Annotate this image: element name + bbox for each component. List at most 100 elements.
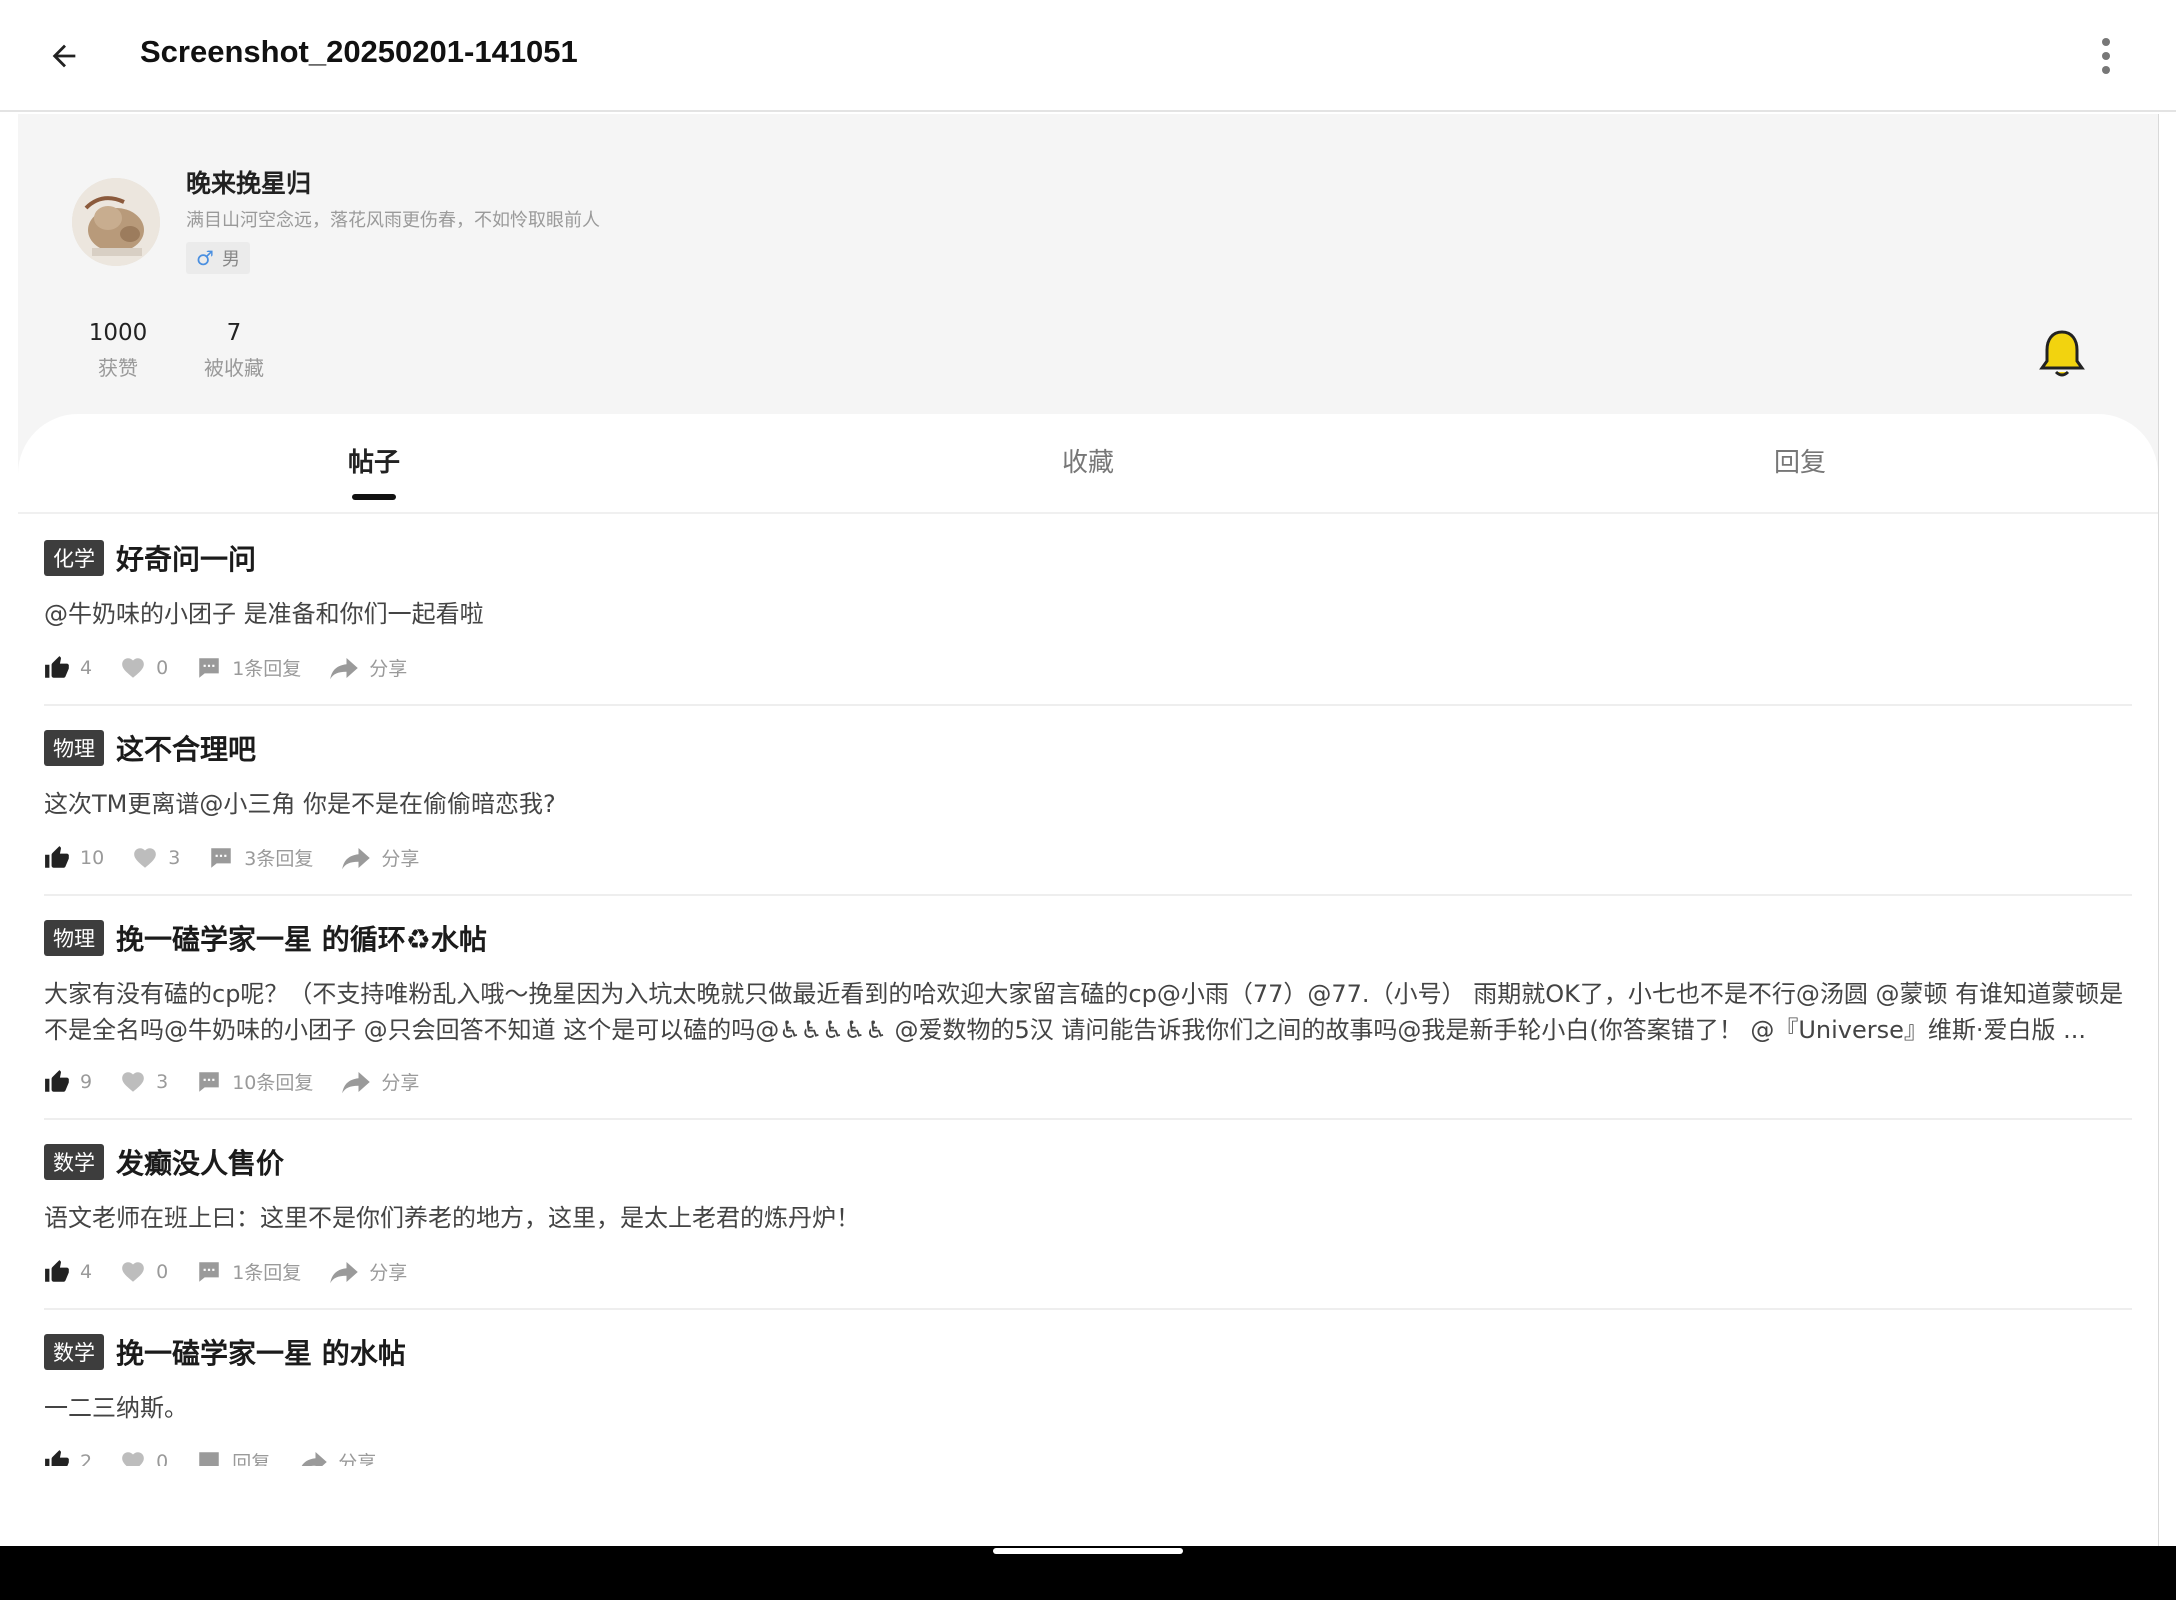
favorite-button[interactable]: 0 <box>120 655 168 681</box>
share-button[interactable]: 分享 <box>341 1068 419 1095</box>
user-bio: 满目山河空念远，落花风雨更伤春，不如怜取眼前人 <box>186 210 600 231</box>
system-navigation-bar <box>0 1546 2176 1600</box>
thumbs-up-icon <box>45 1069 69 1092</box>
favorite-count: 0 <box>156 656 169 679</box>
post-title[interactable]: 好奇问一问 <box>116 538 256 578</box>
share-label: 分享 <box>369 1262 408 1284</box>
post-actions: 4 0 1条回复 分享 <box>44 654 435 681</box>
like-count: 2 <box>80 1450 93 1467</box>
post-actions: 10 3 3条回复 分享 <box>44 844 447 871</box>
share-button[interactable]: 分享 <box>298 1448 376 1466</box>
comment-icon <box>199 657 219 678</box>
favorite-button[interactable]: 0 <box>120 1449 168 1466</box>
post-title[interactable]: 挽一磕学家一星 的水帖 <box>116 1332 406 1372</box>
more-vert-icon <box>2102 38 2110 74</box>
post-title[interactable]: 这不合理吧 <box>116 728 256 768</box>
arrow-left-icon <box>52 44 76 68</box>
post-item[interactable]: 物理 这不合理吧 这次TM更离谱@小三角 你是不是在偷偷暗恋我? 10 3 3条… <box>18 706 2158 896</box>
stat-label: 被收藏 <box>204 356 264 380</box>
thumbs-up-icon <box>45 1259 69 1282</box>
username: 晚来挽星归 <box>186 169 312 198</box>
share-button[interactable]: 分享 <box>341 844 419 871</box>
post-actions: 9 3 10条回复 分享 <box>44 1068 447 1095</box>
post-title[interactable]: 挽一磕学家一星 的循环♻水帖 <box>116 918 487 958</box>
reply-button[interactable]: 回复 <box>196 1448 270 1466</box>
tab-posts[interactable]: 帖子 <box>274 442 474 479</box>
reply-count: 1条回复 <box>232 658 302 680</box>
reply-count: 10条回复 <box>232 1072 314 1094</box>
reply-count: 1条回复 <box>232 1262 302 1284</box>
post-item[interactable]: 数学 发癫没人售价 语文老师在班上曰：这里不是你们养老的地方，这里，是太上老君的… <box>18 1120 2158 1310</box>
thumbs-up-icon <box>45 655 69 678</box>
post-tag: 化学 <box>44 540 104 576</box>
like-button[interactable]: 9 <box>44 1069 92 1095</box>
like-button[interactable]: 4 <box>44 1259 92 1285</box>
notification-button[interactable] <box>2038 328 2086 380</box>
post-header: 数学 发癫没人售价 <box>44 1142 284 1182</box>
heart-icon <box>122 1071 144 1092</box>
like-button[interactable]: 2 <box>44 1449 93 1467</box>
favorite-count: 3 <box>156 1070 169 1093</box>
post-tag: 数学 <box>44 1144 104 1180</box>
share-button[interactable]: 分享 <box>329 654 407 681</box>
tab-replies[interactable]: 回复 <box>1700 442 1900 479</box>
post-actions: 4 0 1条回复 分享 <box>44 1258 435 1285</box>
reply-count: 回复 <box>232 1452 271 1466</box>
share-icon <box>330 657 359 679</box>
content-panel: 帖子 收藏 回复 化学 好奇问一问 @牛奶味的小团子 是准备和你们一起看啦 4 <box>18 414 2158 1550</box>
share-icon <box>342 1071 371 1093</box>
post-header: 数学 挽一磕学家一星 的水帖 <box>44 1332 406 1372</box>
gender-badge: ♂ 男 <box>186 242 250 274</box>
profile-screen: 晚来挽星归 满目山河空念远，落花风雨更伤春，不如怜取眼前人 ♂ 男 1000 获… <box>18 114 2158 1550</box>
gender-label: 男 <box>221 249 240 270</box>
stat-likes: 1000 获赞 <box>70 320 166 381</box>
stat-label: 获赞 <box>98 356 138 380</box>
heart-icon <box>122 657 144 678</box>
tab-favorites[interactable]: 收藏 <box>988 442 1188 479</box>
stat-favorited: 7 被收藏 <box>186 320 282 381</box>
post-tag: 物理 <box>44 730 104 766</box>
share-button[interactable]: 分享 <box>329 1258 407 1285</box>
post-header: 化学 好奇问一问 <box>44 538 256 578</box>
post-tag: 数学 <box>44 1334 104 1370</box>
favorite-count: 0 <box>156 1260 169 1283</box>
heart-icon <box>134 847 157 868</box>
heart-icon <box>122 1261 144 1282</box>
comment-icon <box>211 847 232 868</box>
like-button[interactable]: 10 <box>44 845 104 871</box>
share-icon <box>342 847 371 869</box>
like-count: 4 <box>80 656 93 679</box>
thumbs-up-icon <box>45 845 69 868</box>
reply-button[interactable]: 3条回复 <box>208 844 313 871</box>
like-button[interactable]: 4 <box>44 655 92 681</box>
favorite-button[interactable]: 3 <box>120 1069 168 1095</box>
reply-button[interactable]: 1条回复 <box>196 1258 301 1285</box>
tab-indicator <box>352 494 396 500</box>
share-label: 分享 <box>381 1072 420 1094</box>
like-count: 4 <box>80 1260 93 1283</box>
post-body: 大家有没有磕的cp呢？（不支持唯粉乱入哦～挽星因为入坑太晚就只做最近看到的哈欢迎… <box>44 980 2124 1044</box>
post-tag: 物理 <box>44 920 104 956</box>
like-count: 9 <box>80 1070 93 1093</box>
post-body: 语文老师在班上曰：这里不是你们养老的地方，这里，是太上老君的炼丹炉！ <box>44 1204 860 1232</box>
comment-icon <box>199 1261 219 1282</box>
post-item[interactable]: 物理 挽一磕学家一星 的循环♻水帖 大家有没有磕的cp呢？（不支持唯粉乱入哦～挽… <box>18 896 2158 1120</box>
share-label: 分享 <box>381 848 420 870</box>
stat-value: 1000 <box>88 320 148 346</box>
favorite-button[interactable]: 0 <box>120 1259 168 1285</box>
reply-button[interactable]: 1条回复 <box>196 654 301 681</box>
post-item[interactable]: 数学 挽一磕学家一星 的水帖 一二三纳斯。 2 0 回复 分享 <box>18 1310 2158 1466</box>
home-gesture-handle[interactable] <box>993 1548 1183 1554</box>
app-bar: Screenshot_20250201-141051 <box>0 0 2176 112</box>
avatar[interactable] <box>72 178 160 266</box>
reply-button[interactable]: 10条回复 <box>196 1068 313 1095</box>
share-label: 分享 <box>338 1452 377 1466</box>
back-button[interactable] <box>40 32 88 80</box>
post-title[interactable]: 发癫没人售价 <box>116 1142 284 1182</box>
favorite-button[interactable]: 3 <box>132 845 180 871</box>
post-item[interactable]: 化学 好奇问一问 @牛奶味的小团子 是准备和你们一起看啦 4 0 1条回复 分享 <box>18 516 2158 706</box>
comment-icon <box>199 1451 219 1466</box>
more-options-button[interactable] <box>2086 30 2126 82</box>
post-list[interactable]: 化学 好奇问一问 @牛奶味的小团子 是准备和你们一起看啦 4 0 1条回复 分享… <box>18 516 2158 1466</box>
share-icon <box>301 1451 327 1466</box>
